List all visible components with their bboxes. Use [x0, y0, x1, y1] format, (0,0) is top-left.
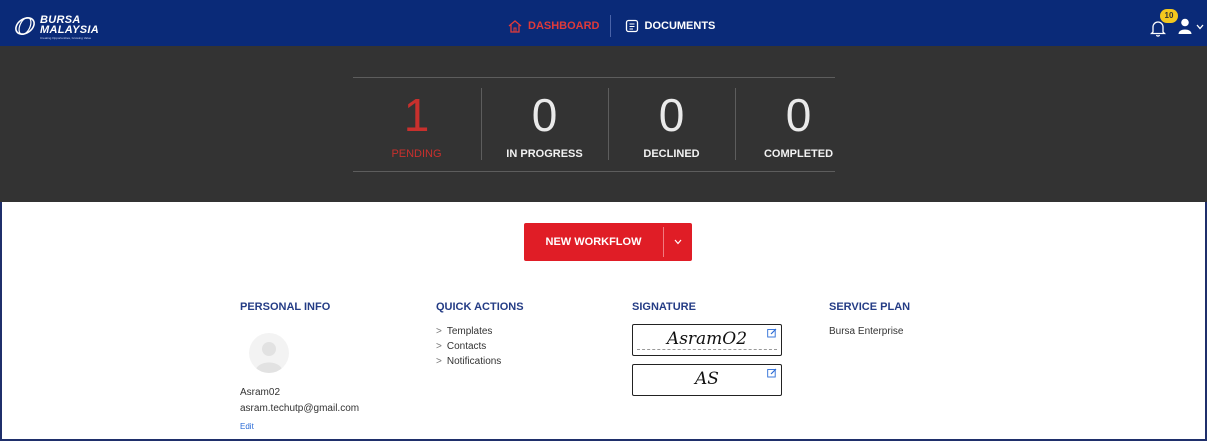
stat-declined[interactable]: 0 DECLINED — [608, 46, 735, 202]
service-plan-name: Bursa Enterprise — [829, 326, 904, 337]
edit-icon[interactable] — [767, 328, 777, 338]
brand-line2: MALAYSIA — [40, 24, 100, 36]
stat-in-progress-value: 0 — [531, 89, 558, 141]
top-navbar: BURSA MALAYSIA Creating Opportunities, G… — [0, 0, 1207, 46]
edit-icon[interactable] — [767, 368, 777, 378]
stat-pending[interactable]: 1 PENDING — [353, 46, 480, 202]
chevron-right-icon: > — [436, 356, 442, 367]
nav-dashboard-label: DASHBOARD — [528, 20, 600, 32]
edit-profile-link[interactable]: Edit — [240, 422, 254, 431]
nav-documents-label: DOCUMENTS — [644, 20, 716, 32]
new-workflow-button[interactable]: NEW WORKFLOW — [524, 223, 692, 261]
quick-action-contacts[interactable]: > Contacts — [436, 341, 486, 352]
quick-action-notifications[interactable]: > Notifications — [436, 356, 501, 367]
service-plan-title: SERVICE PLAN — [829, 301, 911, 313]
initials-image: AS — [695, 369, 719, 389]
chevron-right-icon: > — [436, 326, 442, 337]
user-menu[interactable] — [1178, 16, 1204, 36]
quick-action-label: Contacts — [446, 341, 487, 352]
stat-in-progress-label: IN PROGRESS — [506, 148, 583, 160]
quick-action-label: Notifications — [446, 356, 502, 367]
user-email: asram.techutp@gmail.com — [240, 403, 360, 414]
stat-pending-label: PENDING — [391, 148, 442, 160]
main-nav: DASHBOARD DOCUMENTS — [508, 3, 715, 49]
stat-completed[interactable]: 0 COMPLETED — [735, 46, 862, 202]
username: Asram02 — [240, 387, 281, 398]
bursa-logo-mark-icon — [15, 16, 35, 36]
signature-title: SIGNATURE — [632, 301, 696, 313]
stat-declined-label: DECLINED — [643, 148, 700, 160]
signature-baseline — [637, 349, 777, 350]
bursa-logo[interactable]: BURSA MALAYSIA Creating Opportunities, G… — [14, 13, 124, 40]
user-placeholder-icon — [255, 342, 283, 373]
stat-declined-value: 0 — [658, 89, 685, 141]
chevron-down-icon — [674, 239, 682, 245]
quick-action-label: Templates — [446, 326, 493, 337]
signature-image: AsramO2 — [666, 329, 748, 349]
chevron-right-icon: > — [436, 341, 442, 352]
new-workflow-label: NEW WORKFLOW — [545, 236, 642, 248]
user-icon — [1178, 18, 1192, 34]
signature-box[interactable]: AsramO2 — [632, 324, 782, 356]
new-workflow-dropdown-toggle[interactable] — [664, 223, 692, 261]
chevron-down-icon — [1196, 24, 1204, 30]
quick-action-templates[interactable]: > Templates — [436, 326, 492, 337]
initials-box[interactable]: AS — [632, 364, 782, 396]
nav-documents[interactable]: DOCUMENTS — [611, 19, 716, 33]
stat-pending-value: 1 — [403, 89, 430, 141]
notifications-button[interactable]: 10 — [1150, 9, 1178, 37]
stat-completed-label: COMPLETED — [763, 148, 834, 160]
stat-completed-value: 0 — [785, 89, 812, 141]
document-icon — [625, 19, 638, 33]
notification-badge: 10 — [1160, 9, 1178, 23]
nav-dashboard[interactable]: DASHBOARD — [508, 19, 610, 33]
stats-band: 1 PENDING 0 IN PROGRESS 0 DECLINED 0 COM… — [0, 46, 1207, 202]
avatar — [249, 333, 289, 373]
personal-info-title: PERSONAL INFO — [240, 301, 331, 313]
stat-in-progress[interactable]: 0 IN PROGRESS — [481, 46, 608, 202]
home-icon — [508, 19, 522, 33]
quick-actions-title: QUICK ACTIONS — [436, 301, 524, 313]
brand-tagline: Creating Opportunities, Growing Value — [40, 36, 92, 40]
